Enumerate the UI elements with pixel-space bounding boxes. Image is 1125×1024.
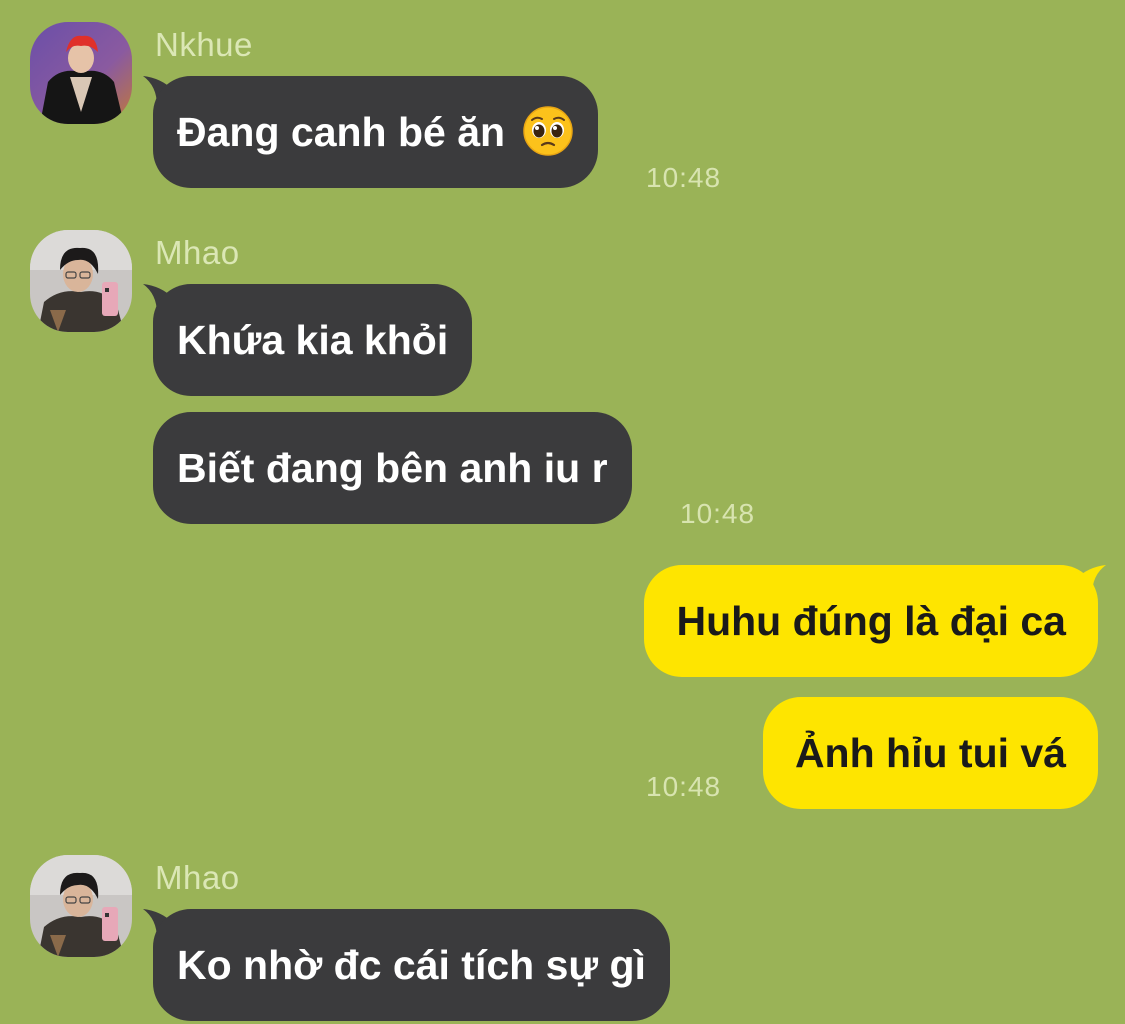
profile-photo-icon <box>30 230 132 332</box>
message-bubble[interactable]: Huhu đúng là đại ca <box>644 565 1098 677</box>
sender-name: Mhao <box>155 859 240 896</box>
message-text: Đang canh bé ăn <box>177 109 506 155</box>
timestamp: 10:48 <box>646 162 722 193</box>
message-text: Biết đang bên anh iu r <box>177 445 608 491</box>
message-text: Ảnh hỉu tui vá <box>794 730 1066 776</box>
sender-name: Nkhue <box>155 26 253 63</box>
timestamp: 10:48 <box>646 771 722 802</box>
message-text: Ko nhờ đc cái tích sự gì <box>177 942 646 988</box>
timestamp: 10:48 <box>680 498 756 529</box>
avatar-mhao[interactable] <box>30 855 132 957</box>
avatar-nkhue[interactable] <box>30 22 132 124</box>
message-bubble[interactable]: Khứa kia khỏi <box>153 284 473 396</box>
message-text: Khứa kia khỏi <box>177 317 449 363</box>
avatar-mhao[interactable] <box>30 230 132 332</box>
message-bubble[interactable]: Ko nhờ đc cái tích sự gì <box>153 909 670 1021</box>
message-text: Huhu đúng là đại ca <box>676 598 1066 644</box>
profile-photo-icon <box>30 855 132 957</box>
profile-photo-icon <box>30 22 132 124</box>
chat-thread: Nkhue Đang canh bé ăn 10:48 Mhao Khứa ki… <box>0 0 1125 1024</box>
sender-name: Mhao <box>155 234 240 271</box>
pleading-face-emoji-icon <box>523 106 574 156</box>
message-bubble[interactable]: Đang canh bé ăn <box>153 76 599 188</box>
message-bubble[interactable]: Ảnh hỉu tui vá <box>762 697 1098 809</box>
message-bubble[interactable]: Biết đang bên anh iu r <box>153 412 632 524</box>
